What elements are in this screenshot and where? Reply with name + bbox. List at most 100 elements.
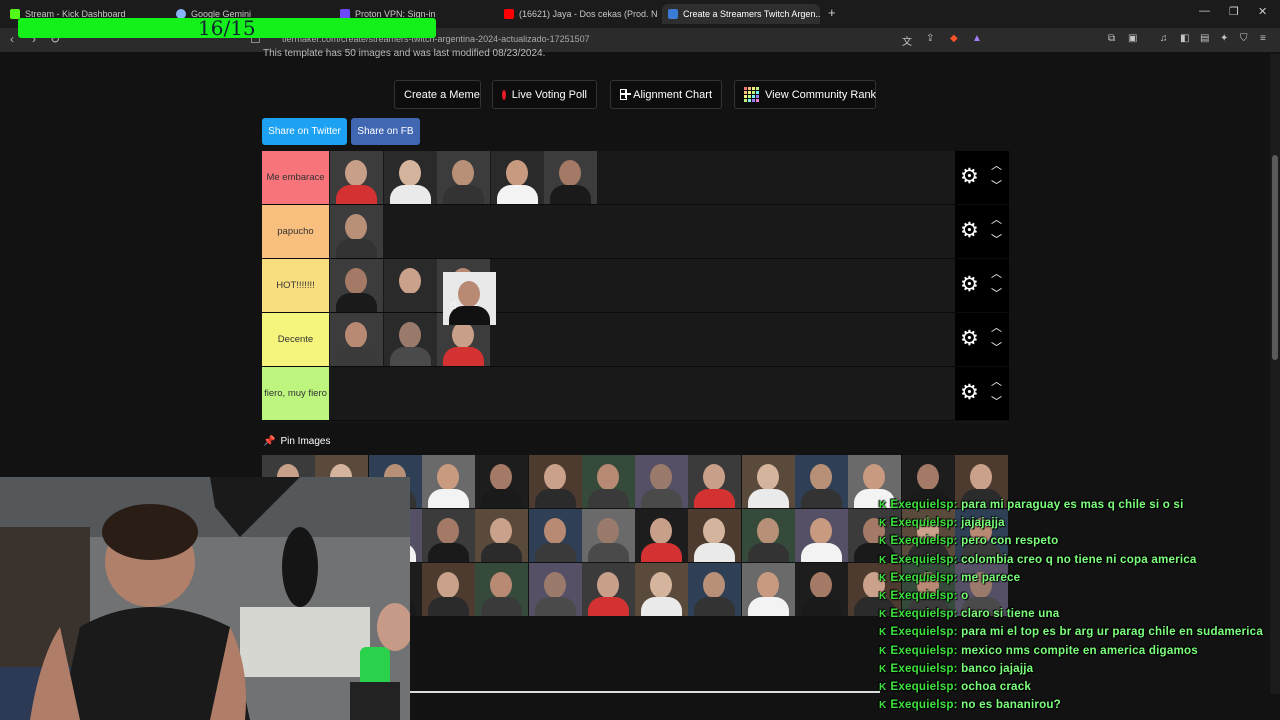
pool-streamer-thumbnail[interactable] bbox=[475, 509, 529, 562]
pool-streamer-thumbnail[interactable] bbox=[688, 455, 742, 508]
pool-streamer-thumbnail[interactable] bbox=[581, 509, 635, 562]
translate-icon[interactable]: 文 bbox=[902, 33, 912, 48]
pool-streamer-thumbnail[interactable] bbox=[688, 563, 742, 616]
pool-streamer-thumbnail[interactable] bbox=[528, 509, 582, 562]
pool-streamer-thumbnail[interactable] bbox=[635, 509, 689, 562]
chevron-up-icon[interactable]: ︿ bbox=[991, 215, 1002, 226]
pool-streamer-thumbnail[interactable] bbox=[421, 509, 475, 562]
chat-message: K Exequielsp: o bbox=[879, 587, 1279, 605]
pool-streamer-thumbnail[interactable] bbox=[421, 563, 475, 616]
chat-username: Exequielsp: bbox=[890, 570, 958, 584]
chevron-down-icon[interactable]: ﹀ bbox=[991, 343, 1002, 354]
gear-icon[interactable]: ⚙ bbox=[960, 220, 979, 242]
menu-icon[interactable]: ≡ bbox=[1260, 33, 1266, 44]
chat-message: K Exequielsp: banco jajajja bbox=[879, 660, 1279, 678]
chevron-up-icon[interactable]: ︿ bbox=[991, 269, 1002, 280]
streamer-thumbnail[interactable] bbox=[490, 151, 544, 204]
live-voting-poll-button[interactable]: Live Voting Poll bbox=[492, 80, 597, 109]
pool-streamer-thumbnail[interactable] bbox=[741, 563, 795, 616]
back-icon[interactable]: ‹ bbox=[10, 32, 14, 46]
scrollbar-thumb[interactable] bbox=[1272, 155, 1278, 360]
tier-controls: ⚙ ︿ ﹀ bbox=[955, 151, 1009, 204]
tier-controls: ⚙ ︿ ﹀ bbox=[955, 259, 1009, 312]
pool-streamer-thumbnail[interactable] bbox=[741, 509, 795, 562]
chat-text: no es bananirou? bbox=[961, 698, 1061, 712]
share-fb-button[interactable]: Share on FB bbox=[351, 118, 420, 145]
tab-title: Create a Streamers Twitch Argen... bbox=[683, 9, 820, 19]
pool-streamer-thumbnail[interactable] bbox=[528, 455, 582, 508]
streamer-thumbnail[interactable] bbox=[330, 313, 383, 366]
pool-streamer-thumbnail[interactable] bbox=[581, 455, 635, 508]
vpn-icon[interactable]: ⛉ bbox=[1240, 33, 1248, 44]
close-window-icon[interactable]: ✕ bbox=[1258, 5, 1267, 18]
community-rank-label: View Community Rank bbox=[765, 88, 877, 101]
tier-label[interactable]: fiero, muy fiero bbox=[262, 367, 329, 420]
pool-streamer-thumbnail[interactable] bbox=[795, 509, 848, 562]
pool-streamer-thumbnail[interactable] bbox=[475, 455, 529, 508]
share-icon[interactable]: ⇪ bbox=[926, 33, 934, 44]
chat-message: K Exequielsp: no es bananirou? bbox=[879, 696, 1279, 714]
pool-streamer-thumbnail[interactable] bbox=[421, 455, 475, 508]
tier-label[interactable]: Decente bbox=[262, 313, 329, 366]
chevron-down-icon[interactable]: ﹀ bbox=[991, 235, 1002, 246]
sidebar-icon[interactable]: ◧ bbox=[1180, 33, 1189, 44]
chevron-up-icon[interactable]: ︿ bbox=[991, 323, 1002, 334]
chat-overlay: K Exequielsp: para mi paraguay es mas q c… bbox=[879, 496, 1279, 714]
view-community-rank-button[interactable]: View Community Rank bbox=[734, 80, 876, 109]
chat-message: K Exequielsp: jajajajja bbox=[879, 514, 1279, 532]
streamer-thumbnail[interactable] bbox=[330, 259, 383, 312]
chevron-down-icon[interactable]: ﹀ bbox=[991, 289, 1002, 300]
pool-streamer-thumbnail[interactable] bbox=[635, 455, 689, 508]
new-tab-button[interactable]: + bbox=[828, 5, 836, 20]
gear-icon[interactable]: ⚙ bbox=[960, 328, 979, 350]
gear-icon[interactable]: ⚙ bbox=[960, 166, 979, 188]
chat-text: me parece bbox=[961, 570, 1021, 584]
create-meme-button[interactable]: Create a Meme bbox=[394, 80, 481, 109]
streamer-thumbnail[interactable] bbox=[544, 151, 597, 204]
streamer-thumbnail[interactable] bbox=[437, 151, 490, 204]
youtube-icon bbox=[504, 9, 514, 19]
streamer-thumbnail[interactable] bbox=[330, 151, 383, 204]
streamer-thumbnail[interactable] bbox=[383, 151, 437, 204]
page-scrollbar[interactable] bbox=[1270, 54, 1280, 694]
streamer-thumbnail[interactable] bbox=[330, 205, 383, 258]
chat-username: Exequielsp: bbox=[890, 625, 958, 639]
pool-streamer-thumbnail[interactable] bbox=[528, 563, 582, 616]
pool-streamer-thumbnail[interactable] bbox=[795, 455, 848, 508]
pool-streamer-thumbnail[interactable] bbox=[688, 509, 742, 562]
pool-streamer-thumbnail[interactable] bbox=[635, 563, 689, 616]
restore-icon[interactable]: ❐ bbox=[1229, 5, 1239, 18]
chat-text: mexico nms compite en america digamos bbox=[961, 643, 1198, 657]
pool-streamer-thumbnail[interactable] bbox=[741, 455, 795, 508]
tier-label[interactable]: papucho bbox=[262, 205, 329, 258]
pool-streamer-thumbnail[interactable] bbox=[475, 563, 529, 616]
tier-label[interactable]: HOT!!!!!!! bbox=[262, 259, 329, 312]
chat-text: para mi paraguay es mas q chile si o si bbox=[961, 498, 1184, 511]
streamer-thumbnail[interactable] bbox=[383, 259, 437, 312]
pool-streamer-thumbnail[interactable] bbox=[795, 563, 848, 616]
pin-images-toggle[interactable]: 📌 Pin Images bbox=[263, 436, 330, 447]
chevron-up-icon[interactable]: ︿ bbox=[991, 377, 1002, 388]
music-icon[interactable]: ♫ bbox=[1160, 33, 1168, 44]
chevron-down-icon[interactable]: ﹀ bbox=[991, 397, 1002, 408]
chevron-down-icon[interactable]: ﹀ bbox=[991, 181, 1002, 192]
share-twitter-button[interactable]: Share on Twitter bbox=[262, 118, 347, 145]
screenshot-icon[interactable]: ▣ bbox=[1128, 33, 1137, 44]
tab-youtube[interactable]: (16621) Jaya - Dos cekas (Prod. Nobi... bbox=[498, 4, 658, 24]
tab-tiermaker[interactable]: Create a Streamers Twitch Argen... ✕ bbox=[662, 4, 820, 24]
pool-streamer-thumbnail[interactable] bbox=[581, 563, 635, 616]
chevron-up-icon[interactable]: ︿ bbox=[991, 161, 1002, 172]
extension-icon[interactable]: ⧉ bbox=[1108, 33, 1115, 44]
wallet-icon[interactable]: ▤ bbox=[1200, 33, 1209, 44]
streamer-thumbnail[interactable] bbox=[383, 313, 437, 366]
minimize-icon[interactable]: — bbox=[1199, 5, 1210, 17]
brave-shield-icon[interactable]: ◆ bbox=[950, 33, 958, 44]
gear-icon[interactable]: ⚙ bbox=[960, 382, 979, 404]
chat-text: jajajajja bbox=[961, 516, 1005, 530]
gear-icon[interactable]: ⚙ bbox=[960, 274, 979, 296]
tier-label[interactable]: Me embarace bbox=[262, 151, 329, 204]
chat-message: K Exequielsp: ochoa crack bbox=[879, 678, 1279, 696]
rewards-icon[interactable]: ▲ bbox=[972, 33, 982, 44]
leo-icon[interactable]: ✦ bbox=[1220, 33, 1228, 44]
alignment-chart-button[interactable]: Alignment Chart bbox=[610, 80, 722, 109]
